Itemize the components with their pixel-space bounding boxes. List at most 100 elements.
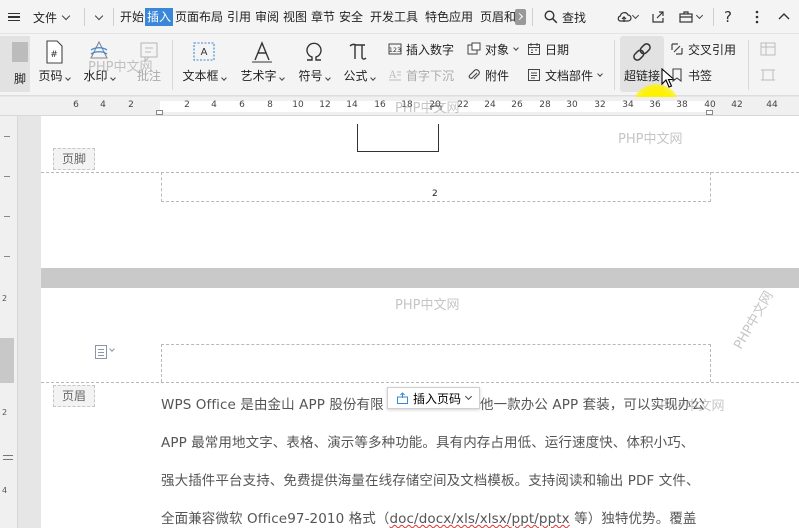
footer-boundary — [41, 172, 799, 173]
document-options-icon[interactable] — [95, 345, 107, 359]
tab-view[interactable]: 视图 — [283, 8, 307, 26]
right-indent-marker[interactable] — [706, 110, 713, 115]
share-icon[interactable] — [650, 9, 666, 25]
formula-button[interactable]: 公式 — [339, 40, 379, 84]
cloud-upload-icon[interactable] — [616, 9, 632, 25]
collapse-ribbon-icon[interactable] — [776, 9, 792, 25]
search-label: 查找 — [562, 10, 587, 25]
attachment-label: 附件 — [485, 68, 510, 83]
frame-icon[interactable] — [760, 68, 776, 82]
table-grid-icon[interactable] — [760, 42, 776, 56]
vruler-number: 2 — [2, 408, 8, 417]
svg-text:123: 123 — [389, 46, 401, 54]
drop-cap-label: 首字下沉 — [406, 68, 455, 83]
watermark-text: PHP中文网 — [395, 298, 460, 313]
watermark-text: PHP中文网 — [395, 101, 460, 116]
ruler-number: 40 — [704, 100, 716, 110]
cross-reference-button[interactable]: 交叉引用 — [670, 40, 736, 58]
file-menu[interactable]: 文件 — [33, 0, 71, 34]
hyperlink-button[interactable]: 超链接 — [620, 40, 664, 84]
ruler-number: 12 — [319, 100, 331, 110]
attachment-button[interactable]: 附件 — [467, 66, 509, 84]
main-menu-icon[interactable] — [8, 0, 22, 34]
date-button[interactable]: 日期 — [527, 40, 569, 58]
body-text-segment: WPS Office 是由金山 APP 股份有限 — [161, 397, 384, 413]
ruler-number: 6 — [73, 100, 79, 110]
footer-label: 脚 — [14, 72, 27, 86]
page-number-button[interactable]: # 页码 — [34, 40, 74, 84]
ruler-number: 26 — [511, 100, 523, 110]
ruler-number: 8 — [267, 100, 273, 110]
ruler-number: 2 — [128, 100, 134, 110]
tab-insert[interactable]: 插入 — [145, 8, 174, 26]
vruler-number: 2 — [2, 294, 8, 303]
omega-symbol-icon — [306, 42, 322, 61]
formula-label: 公式 — [343, 69, 368, 83]
insert-page-number-label: 插入页码 — [413, 391, 462, 406]
tab-section[interactable]: 章节 — [311, 8, 335, 26]
footer-page-number[interactable]: 2 — [432, 189, 438, 199]
svg-text:A: A — [201, 47, 208, 58]
bookmark-icon — [672, 68, 682, 82]
chevron-down-icon[interactable] — [631, 11, 640, 20]
ruler-number: 4 — [211, 100, 217, 110]
text-frame[interactable] — [357, 124, 439, 152]
vruler-number: 4 — [2, 486, 8, 495]
footer-tag: 页脚 — [53, 148, 96, 170]
textbox-label: 文本框 — [182, 69, 219, 83]
tab-home[interactable]: 开始 — [120, 8, 144, 26]
body-text-line-1: WPS Office 是由金山 APP 股份有限 — [161, 393, 384, 413]
chevron-down-icon[interactable] — [695, 11, 704, 20]
page-gap — [41, 268, 799, 288]
bookmark-button[interactable]: 书签 — [670, 66, 712, 84]
drop-cap-button[interactable]: A 首字下沉 — [388, 66, 454, 84]
ruler-number: 38 — [676, 100, 688, 110]
body-text-segment: 全面兼容微软 Office97-2010 格式（ — [161, 511, 390, 527]
toolbox-icon[interactable] — [678, 9, 694, 25]
object-icon — [467, 42, 481, 55]
body-text-line-4: 全面兼容微软 Office97-2010 格式（doc/docx/xls/xls… — [161, 507, 697, 527]
date-label: 日期 — [545, 42, 570, 57]
more-tabs-button[interactable] — [515, 9, 526, 25]
tab-developer-tools[interactable]: 开发工具 — [370, 8, 418, 26]
tab-references[interactable]: 引用 — [227, 8, 251, 26]
file-menu-label: 文件 — [33, 10, 58, 25]
tab-security[interactable]: 安全 — [339, 8, 363, 26]
art-text-button[interactable]: 艺术字 — [235, 40, 289, 84]
object-label: 对象 — [485, 42, 510, 57]
numbers-icon: 123 — [388, 43, 402, 55]
vertical-ruler[interactable]: 2 2 4 — [0, 116, 18, 528]
tab-special-features[interactable]: 特色应用 — [425, 8, 473, 26]
insert-number-label: 插入数字 — [406, 42, 455, 57]
doc-parts-label: 文档部件 — [545, 68, 594, 83]
body-text-line-2: APP 最常用地文字、表格、演示等多种功能。具有内存占用低、运行速度快、体积小巧… — [161, 431, 694, 451]
ruler-number: 32 — [594, 100, 606, 110]
ruler-number: 14 — [346, 100, 358, 110]
symbol-button[interactable]: 符号 — [294, 40, 334, 84]
body-text-segment: doc/docx/xls/xlsx/ppt/pptx — [389, 511, 570, 527]
ruler-number: 30 — [566, 100, 578, 110]
tab-review[interactable]: 审阅 — [255, 8, 279, 26]
watermark-text: PHP中文网 — [88, 60, 153, 75]
more-options-icon[interactable] — [749, 9, 765, 25]
object-button[interactable]: 对象 — [467, 40, 519, 58]
body-text-segment: APP 最常用地文字、表格、演示等多种功能。具有内存占用低、运行速度快、体积小巧… — [161, 435, 695, 451]
page-number-icon: # — [46, 40, 63, 64]
art-text-icon — [252, 41, 272, 63]
tab-page-layout[interactable]: 页面布局 — [175, 8, 223, 26]
quick-access-dropdown[interactable] — [94, 0, 104, 34]
ruler-number: 4 — [100, 100, 106, 110]
help-icon[interactable]: ? — [724, 8, 732, 26]
svg-text:#: # — [50, 50, 58, 60]
insert-page-number-button[interactable]: 插入页码 — [387, 387, 481, 409]
chevron-down-icon — [94, 11, 104, 20]
tab-header-footer[interactable]: 页眉和 — [480, 8, 516, 26]
doc-parts-button[interactable]: 文档部件 — [527, 66, 603, 84]
insert-number-button[interactable]: 123 插入数字 — [388, 40, 454, 58]
scroll-lines-icon[interactable] — [3, 452, 13, 463]
search-button[interactable]: 查找 — [544, 0, 586, 34]
textbox-icon: A — [193, 42, 215, 61]
left-indent-marker[interactable] — [156, 110, 163, 115]
header-tag: 页眉 — [53, 385, 96, 407]
textbox-button[interactable]: A 文本框 — [177, 40, 231, 84]
